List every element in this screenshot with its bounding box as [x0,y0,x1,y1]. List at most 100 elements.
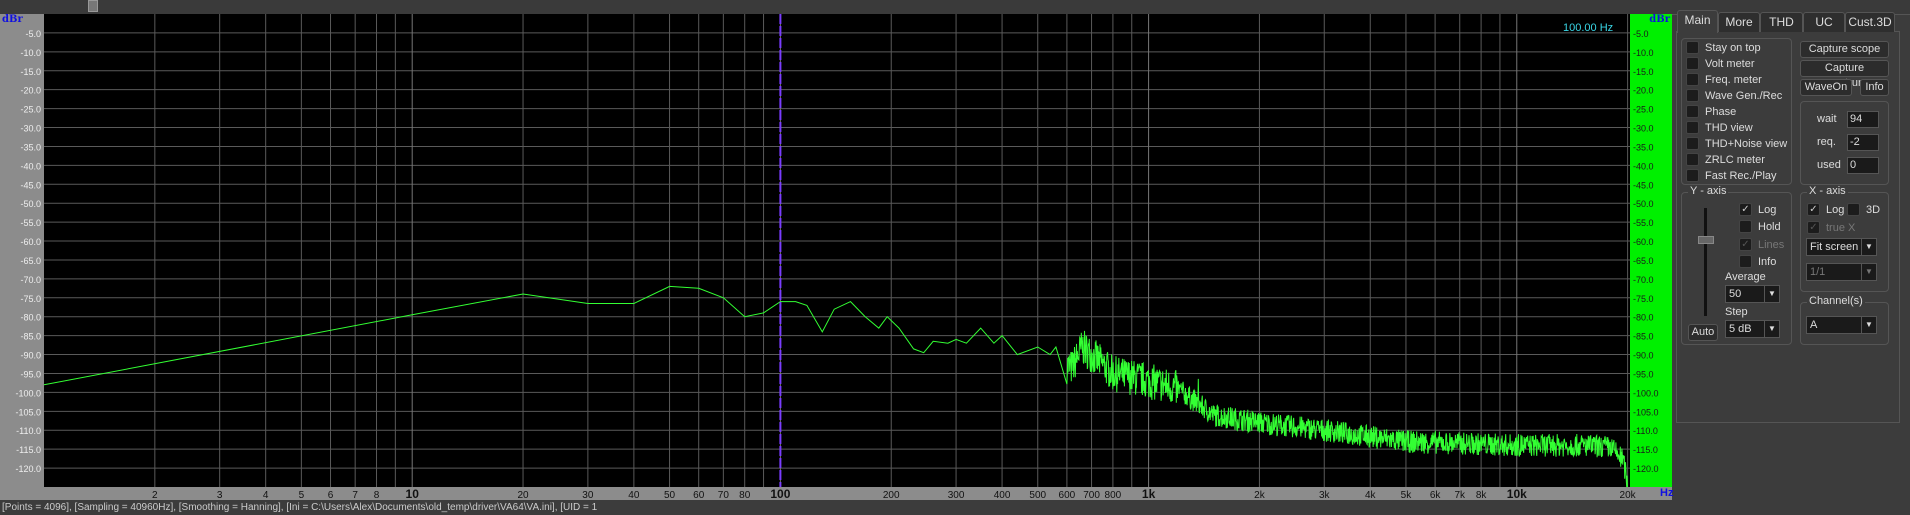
tab-cust3d[interactable]: Cust.3D [1845,12,1895,32]
y-axis-group: Y - axis Auto ✓ Log Hold ✓ Lines Info Aver… [1681,185,1792,345]
y-tick-label-right: -5.0 [1633,29,1649,39]
3d-checkbox[interactable]: 3D [1847,203,1880,216]
y-tick-label-right: -45.0 [1633,180,1654,190]
y-tick-label-left: -20.0 [20,86,41,96]
y-tick-label-left: -105.0 [15,407,41,417]
slider-thumb[interactable] [1698,236,1714,244]
y-tick-label-right: -30.0 [1633,124,1654,134]
y-tick-label-left: -75.0 [20,294,41,304]
option-thd-view[interactable]: THD view [1686,121,1753,134]
x-tick-label: 1k [1142,487,1156,500]
y-tick-label-right: -90.0 [1633,351,1654,361]
x-tick-label: 100 [770,487,790,500]
y-tick-label-right: -70.0 [1633,275,1654,285]
y-tick-label-left: -90.0 [20,351,41,361]
y-log-checkbox[interactable]: ✓ Log [1739,203,1776,216]
y-tick-label-left: -40.0 [20,161,41,171]
y-tick-label-left: -115.0 [16,445,41,455]
wave-on-button[interactable]: WaveOn [1800,79,1852,96]
spectrum-chart[interactable]: -5.0 -5.0 -10.0 -10.0 -15.0 -15.0 -20.0 -20.0 -2… [0,0,1672,500]
y-tick-label-left: -10.0 [20,48,41,58]
y-range-slider[interactable] [1704,208,1707,316]
info-button[interactable]: Info [1860,79,1889,96]
y-tick-label-right: -115.0 [1633,445,1658,455]
fit-screen-select[interactable]: Fit screen ▼ [1806,238,1877,256]
y-tick-label-right: -120.0 [1633,464,1659,474]
y-tick-label-right: -105.0 [1633,407,1659,417]
x-tick-label: 4k [1365,490,1377,500]
x-log-checkbox[interactable]: ✓ Log [1807,203,1844,216]
y-tick-label-left: -80.0 [20,313,41,323]
lines-checkbox[interactable]: ✓ Lines [1739,238,1784,251]
option-wave-gen-rec[interactable]: Wave Gen./Rec [1686,89,1782,102]
option-volt-meter[interactable]: Volt meter [1686,57,1755,70]
x-tick-label: 6k [1430,490,1442,500]
option-fast-rec-play[interactable]: Fast Rec./Play [1686,169,1777,182]
y-tick-label-left: -35.0 [20,142,41,152]
channels-group: Channel(s) A ▼ [1800,295,1889,345]
ratio-select[interactable]: 1/1 ▼ [1806,263,1877,281]
option-freq-meter[interactable]: Freq. meter [1686,73,1762,86]
option-thd-noise-view[interactable]: THD+Noise view [1686,137,1787,150]
y-tick-label-left: -5.0 [25,29,41,39]
req-input[interactable]: -2 [1847,134,1879,151]
x-tick-label: 600 [1059,490,1076,500]
y-tick-label-left: -60.0 [20,237,41,247]
y-tick-label-right: -20.0 [1633,86,1654,96]
checkbox-icon [1686,121,1699,134]
wait-label: wait [1817,113,1837,125]
channel-select[interactable]: A ▼ [1806,316,1877,334]
y-tick-label-right: -95.0 [1633,369,1654,379]
capture-spectrum-button[interactable]: Capture spectrum [1800,60,1889,89]
used-label: used [1817,159,1841,171]
used-input[interactable]: 0 [1847,157,1879,174]
hold-checkbox[interactable]: Hold [1739,220,1781,233]
true-x-checkbox[interactable]: ✓ true X [1807,221,1855,234]
y-tick-label-left: -25.0 [20,105,41,115]
step-select[interactable]: 5 dB ▼ [1725,320,1780,338]
option-zrlc-meter[interactable]: ZRLC meter [1686,153,1765,166]
capture-scope-button[interactable]: Capture scope [1800,41,1889,58]
x-tick-label: 800 [1105,490,1122,500]
req-label: req. [1817,136,1836,148]
x-tick-label: 2 [152,490,158,500]
y-tick-label-right: -25.0 [1633,105,1654,115]
step-label: Step [1725,306,1748,318]
auto-button[interactable]: Auto [1688,324,1718,341]
tab-thd[interactable]: THD [1760,12,1803,32]
x-tick-label: 80 [739,490,751,500]
y-tick-label-right: -85.0 [1633,332,1654,342]
y-tick-label-right: -65.0 [1633,256,1654,266]
average-select[interactable]: 50 ▼ [1725,285,1780,303]
tab-main[interactable]: Main [1677,10,1718,33]
x-tick-label: 10k [1507,487,1527,500]
y-tick-label-right: -55.0 [1633,218,1654,228]
option-phase[interactable]: Phase [1686,105,1736,118]
wait-input[interactable]: 94 [1847,111,1879,128]
checkbox-icon [1686,169,1699,182]
option-stay-on-top[interactable]: Stay on top [1686,41,1761,54]
x-tick-label: 500 [1029,490,1046,500]
x-tick-label: 8 [374,490,380,500]
y-tick-label-right: -35.0 [1633,142,1654,152]
y-tick-label-left: -15.0 [20,67,41,77]
cursor-readout: 100.00 Hz [1563,22,1614,34]
tab-more[interactable]: More [1718,12,1760,32]
x-tick-label: 8k [1476,490,1488,500]
x-tick-label: 3k [1319,490,1331,500]
checkbox-icon [1686,73,1699,86]
y-tick-label-left: -110.0 [16,426,41,436]
x-axis-title: X - axis [1807,185,1848,197]
checkbox-icon [1686,89,1699,102]
y-info-checkbox[interactable]: Info [1739,255,1776,268]
y-tick-label-right: -75.0 [1633,294,1654,304]
y-tick-label-left: -45.0 [20,180,41,190]
tab-uc[interactable]: UC [1803,12,1845,32]
y-axis-title: Y - axis [1688,185,1729,197]
y-tick-label-right: -40.0 [1633,161,1654,171]
y-tick-label-left: -100.0 [15,388,41,398]
x-tick-label: 7 [352,490,358,500]
x-tick-label: 5k [1401,490,1413,500]
y-tick-label-left: -50.0 [20,199,41,209]
x-tick-label: 40 [628,490,640,500]
